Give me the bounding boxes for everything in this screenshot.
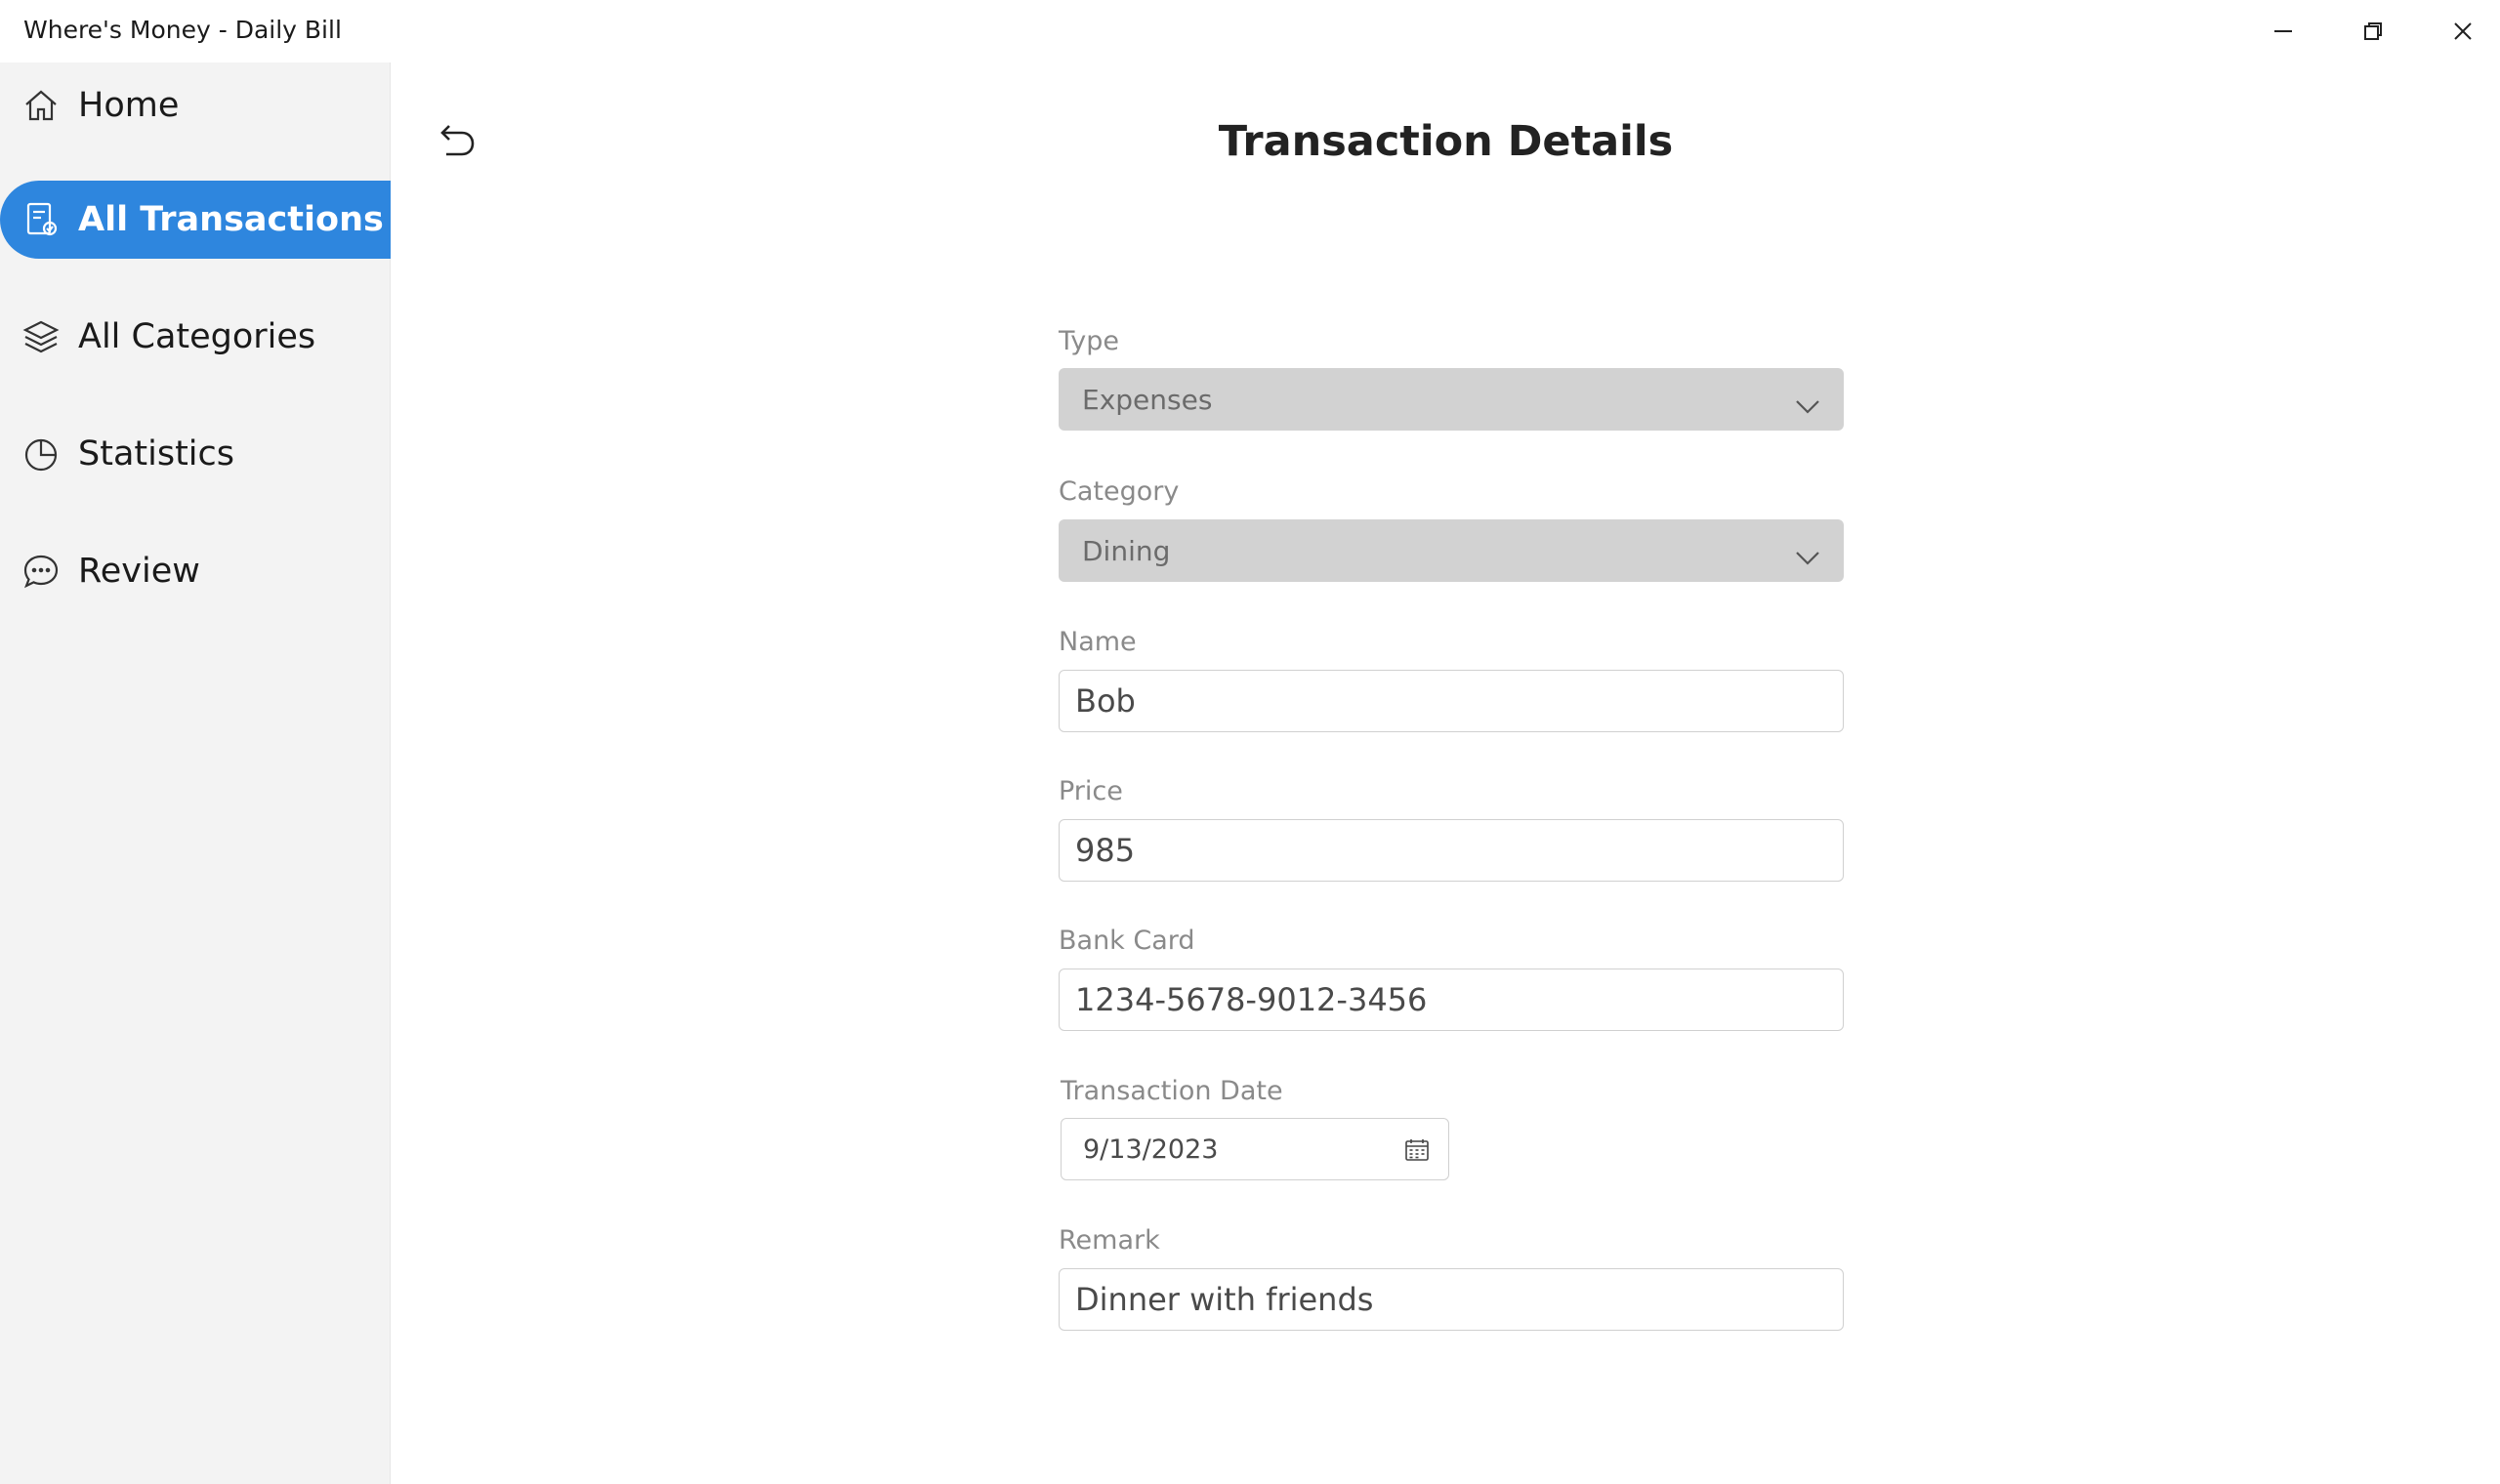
name-input[interactable]: Bob (1059, 670, 1844, 732)
restore-icon (2364, 22, 2382, 40)
bank-card-input[interactable]: 1234-5678-9012-3456 (1059, 969, 1844, 1031)
app-title: Where's Money - Daily Bill (23, 16, 342, 44)
sidebar-item-all-categories[interactable]: All Categories (0, 298, 391, 376)
title-bar: Where's Money - Daily Bill (0, 0, 2500, 62)
chevron-down-icon (1795, 390, 1820, 422)
restore-button[interactable] (2328, 0, 2418, 62)
category-select[interactable]: Dining (1059, 519, 1844, 582)
price-label: Price (1059, 776, 1123, 806)
calendar-icon[interactable] (1403, 1136, 1431, 1171)
chat-bubble-icon (21, 552, 61, 591)
sidebar-item-home[interactable]: Home (0, 66, 391, 144)
sidebar: Home All Transactions All Categories Sta… (0, 62, 391, 1484)
sidebar-item-statistics[interactable]: Statistics (0, 415, 391, 493)
sidebar-item-label: All Transactions (78, 200, 384, 239)
page-title: Transaction Details (1218, 117, 1674, 166)
type-value: Expenses (1082, 383, 1213, 416)
transactions-icon (21, 200, 61, 239)
main-content: Transaction Details Type Expenses Catego… (392, 62, 2500, 1484)
pie-chart-icon (21, 434, 61, 474)
layers-icon (21, 317, 61, 356)
close-icon (2454, 22, 2472, 40)
sidebar-item-label: Home (78, 86, 180, 125)
remark-input[interactable]: Dinner with friends (1059, 1268, 1844, 1331)
close-button[interactable] (2418, 0, 2500, 62)
sidebar-item-label: Statistics (78, 434, 234, 474)
bank-card-label: Bank Card (1059, 926, 1195, 956)
app-window: Where's Money - Daily Bill Home All Tran… (0, 0, 2500, 1484)
sidebar-item-all-transactions[interactable]: All Transactions (0, 181, 391, 259)
remark-label: Remark (1059, 1225, 1160, 1256)
type-label: Type (1059, 326, 1120, 356)
sidebar-item-label: All Categories (78, 317, 316, 356)
name-label: Name (1059, 627, 1137, 657)
chevron-down-icon (1795, 541, 1820, 573)
category-label: Category (1059, 476, 1180, 507)
transaction-date-label: Transaction Date (1061, 1076, 1283, 1106)
minimize-button[interactable] (2238, 0, 2328, 62)
sidebar-item-review[interactable]: Review (0, 532, 391, 610)
sidebar-item-label: Review (78, 552, 200, 591)
home-icon (21, 86, 61, 125)
price-input[interactable]: 985 (1059, 819, 1844, 882)
transaction-date-value: 9/13/2023 (1083, 1134, 1219, 1165)
category-value: Dining (1082, 534, 1171, 567)
transaction-date-picker[interactable]: 9/13/2023 (1061, 1118, 1449, 1180)
minimize-icon (2274, 30, 2292, 32)
type-select[interactable]: Expenses (1059, 368, 1844, 431)
